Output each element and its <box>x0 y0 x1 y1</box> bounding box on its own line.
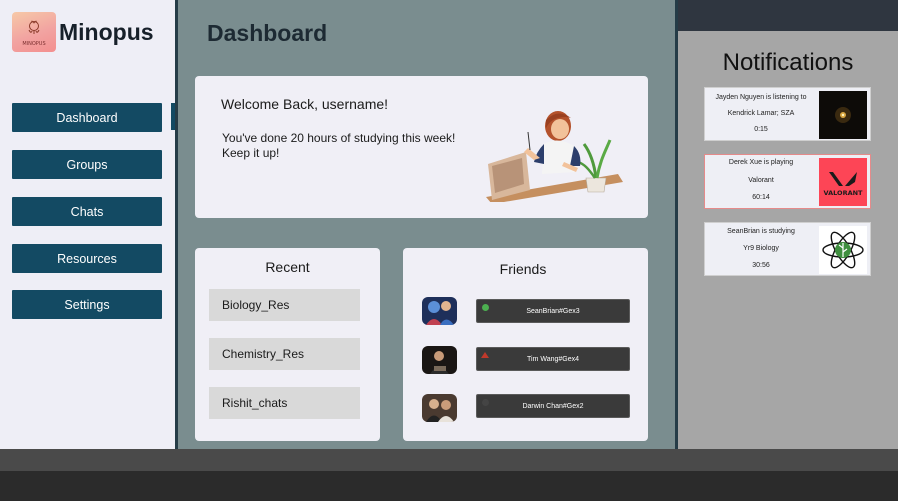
friend-name: Darwin Chan#Gex2 <box>522 402 584 410</box>
friend-name: SeanBrian#Gex3 <box>526 307 580 315</box>
taskbar <box>0 471 898 501</box>
friends-title: Friends <box>499 261 547 277</box>
svg-text:VALORANT: VALORANT <box>824 189 864 197</box>
notification-time: 0:15 <box>754 126 768 133</box>
recent-title: Recent <box>265 259 310 275</box>
page-title: Dashboard <box>207 20 328 46</box>
notification-text: Derek Xue is playing <box>728 159 794 166</box>
octopus-logo-icon <box>28 20 40 34</box>
nav-groups-button[interactable]: Groups <box>12 150 162 179</box>
friend-avatar[interactable] <box>422 394 457 422</box>
notification-item[interactable]: SeanBrian is studying Yr9 Biology 30:56 <box>704 222 871 276</box>
nav-chats-button[interactable]: Chats <box>12 197 162 226</box>
notification-detail: Valorant <box>748 177 774 184</box>
logo-text: MINOPUS <box>22 41 46 47</box>
nav-resources-button[interactable]: Resources <box>12 244 162 273</box>
recent-item[interactable]: Biology_Res <box>209 289 360 321</box>
recent-item[interactable]: Chemistry_Res <box>209 338 360 370</box>
offline-status-icon <box>482 399 489 406</box>
brand-name: Minopus <box>59 19 154 45</box>
friends-card: Friends SeanBrian#Gex3 Tim Wang#Gex4 Dar… <box>403 248 648 441</box>
welcome-title: Welcome Back, username! <box>221 96 389 112</box>
avatar-image-icon <box>422 346 457 374</box>
valorant-logo-icon: VALORANT <box>819 158 867 206</box>
friend-name: Tim Wang#Gex4 <box>527 355 579 363</box>
friend-avatar[interactable] <box>422 346 457 374</box>
nav-dashboard-button[interactable]: Dashboard <box>12 103 162 132</box>
away-status-icon <box>481 352 489 358</box>
notification-detail: Yr9 Biology <box>743 245 779 252</box>
avatar-image-icon <box>422 297 457 325</box>
friend-name-bar[interactable]: SeanBrian#Gex3 <box>476 299 630 323</box>
nav-settings-button[interactable]: Settings <box>12 290 162 319</box>
friend-name-bar[interactable]: Tim Wang#Gex4 <box>476 347 630 371</box>
recent-item[interactable]: Rishit_chats <box>209 387 360 419</box>
sidebar: MINOPUS Minopus Dashboard Groups Chats R… <box>0 0 175 449</box>
app-logo[interactable]: MINOPUS <box>12 12 56 52</box>
notification-time: 60:14 <box>752 194 770 201</box>
avatar-image-icon <box>422 394 457 422</box>
friend-avatar[interactable] <box>422 297 457 325</box>
notifications-title: Notifications <box>722 49 854 76</box>
encouragement-text: Keep it up! <box>222 146 280 160</box>
notification-text: Jayden Nguyen is listening to <box>715 94 807 101</box>
notification-time: 30:56 <box>752 262 770 269</box>
notification-detail: Kendrick Lamar; SZA <box>727 110 795 117</box>
notification-text: SeanBrian is studying <box>727 228 795 235</box>
welcome-card: Welcome Back, username! You've done 20 h… <box>195 76 648 218</box>
study-summary: You've done 20 hours of studying this we… <box>222 131 456 145</box>
top-bar <box>678 0 898 31</box>
online-status-icon <box>482 304 489 311</box>
recent-card: Recent Biology_Res Chemistry_Res Rishit_… <box>195 248 380 441</box>
friend-name-bar[interactable]: Darwin Chan#Gex2 <box>476 394 630 418</box>
biology-atom-icon <box>819 226 867 274</box>
bottom-bar <box>0 449 898 471</box>
studying-girl-illustration <box>486 111 623 202</box>
notification-item[interactable]: Derek Xue is playing Valorant 60:14 VALO… <box>704 154 871 209</box>
album-art-icon <box>819 91 867 139</box>
notification-item[interactable]: Jayden Nguyen is listening to Kendrick L… <box>704 87 871 141</box>
